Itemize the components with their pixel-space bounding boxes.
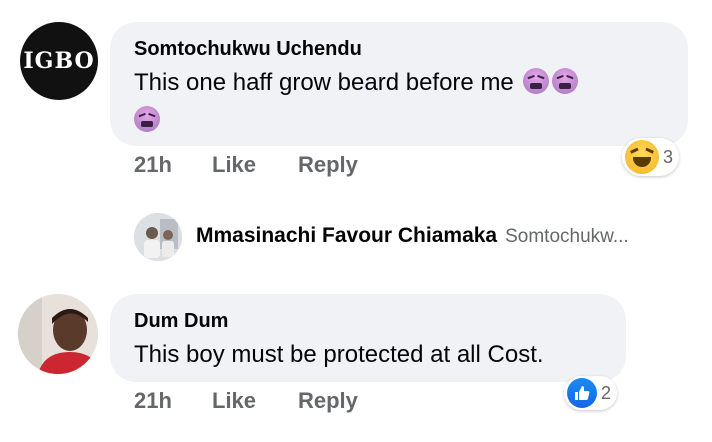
profile-photo-icon: [18, 294, 98, 374]
like-reaction-icon: [567, 378, 597, 408]
reaction-summary[interactable]: 3: [622, 138, 680, 176]
avatar-somtochukwu[interactable]: IGBO: [20, 22, 98, 100]
comment-text: This boy must be protected at all Cost.: [134, 341, 544, 368]
avatar-dum-dum[interactable]: [18, 294, 98, 374]
reply-preview[interactable]: Mmasinachi Favour Chiamaka Somtochukw...: [196, 224, 629, 248]
tired-face-emoji: [552, 68, 579, 94]
comment-timestamp[interactable]: 21h: [134, 152, 212, 178]
comment-timestamp[interactable]: 21h: [134, 388, 212, 414]
tired-face-emoji: [134, 106, 160, 132]
reply-button[interactable]: Reply: [298, 152, 358, 178]
tired-face-emoji: [523, 68, 550, 94]
profile-photo-icon: [134, 213, 182, 261]
comment-actions: 21h Like Reply: [134, 152, 358, 178]
comment-author[interactable]: Somtochukwu Uchendu: [134, 38, 362, 61]
comment-bubble: Dum Dum This boy must be protected at al…: [110, 294, 626, 382]
igbo-logo: IGBO: [23, 48, 95, 74]
reply-button[interactable]: Reply: [298, 388, 358, 414]
comment-bubble: Somtochukwu Uchendu This one haff grow b…: [110, 22, 688, 146]
reply-author[interactable]: Mmasinachi Favour Chiamaka: [196, 224, 497, 248]
comment-text: This one haff grow beard before me: [134, 68, 579, 98]
reaction-count: 2: [601, 382, 612, 403]
like-button[interactable]: Like: [212, 388, 298, 414]
comment-text-body: This one haff grow beard before me: [134, 69, 514, 96]
avatar-mmasinachi[interactable]: [134, 213, 182, 261]
reaction-summary[interactable]: 2: [564, 376, 618, 410]
comment-actions: 21h Like Reply: [134, 388, 358, 414]
like-button[interactable]: Like: [212, 152, 298, 178]
haha-reaction-icon: [625, 140, 659, 174]
comment-author[interactable]: Dum Dum: [134, 310, 228, 333]
reply-snippet[interactable]: Somtochukw...: [505, 226, 629, 248]
reaction-count: 3: [663, 146, 674, 167]
